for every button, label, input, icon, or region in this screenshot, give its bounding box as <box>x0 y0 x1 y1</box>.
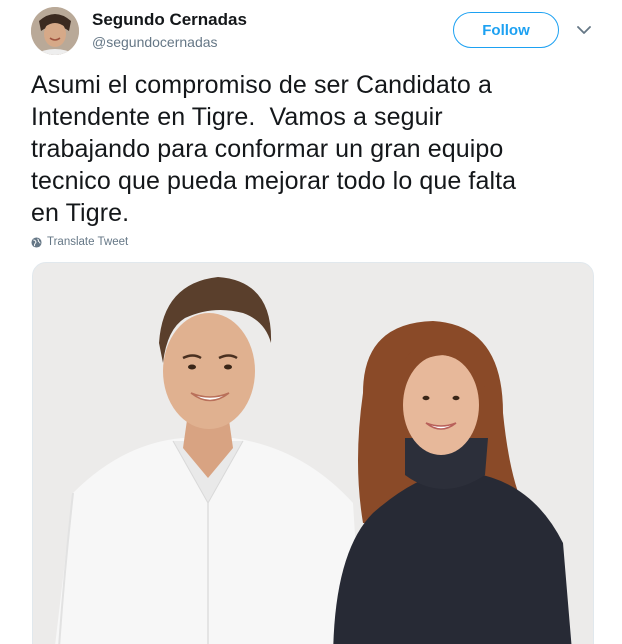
globe-icon <box>31 236 42 248</box>
follow-button[interactable]: Follow <box>453 12 559 48</box>
author-name[interactable]: Segundo Cernadas <box>92 10 247 30</box>
tweet-header: Segundo Cernadas @segundocernadas Follow <box>0 0 622 62</box>
translate-tweet-link[interactable]: Translate Tweet <box>31 236 128 248</box>
tweet-text: Asumi el compromiso de ser Candidato a I… <box>31 71 517 227</box>
avatar[interactable] <box>31 7 79 55</box>
profile-photo-icon <box>31 7 79 55</box>
translate-tweet-label: Translate Tweet <box>47 236 129 248</box>
chevron-down-icon <box>577 25 591 34</box>
more-options-button[interactable] <box>574 20 594 40</box>
photo-two-people-icon <box>33 263 593 644</box>
author-handle[interactable]: @segundocernadas <box>92 34 218 50</box>
tweet-photo[interactable] <box>32 262 594 644</box>
